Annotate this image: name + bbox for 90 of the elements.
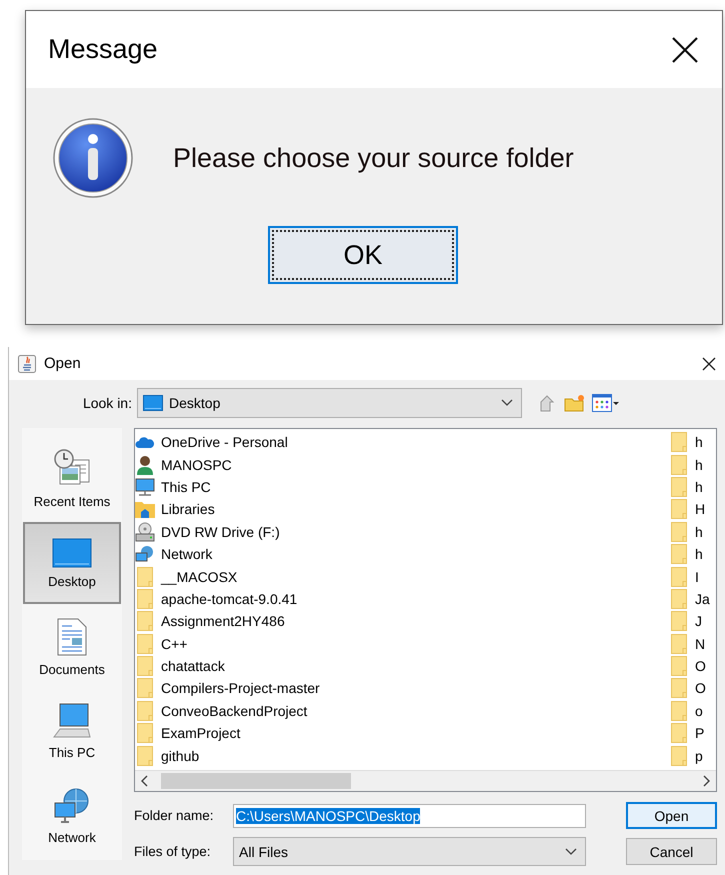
file-item[interactable]: o xyxy=(669,700,716,722)
chevron-left-icon[interactable] xyxy=(141,775,149,787)
file-item[interactable]: chatattack xyxy=(135,654,669,678)
file-item[interactable]: h xyxy=(669,476,716,498)
folder-icon xyxy=(135,566,155,587)
folder-icon xyxy=(135,656,155,676)
file-item[interactable]: Network xyxy=(135,542,669,566)
places-item[interactable]: Documents xyxy=(23,606,121,688)
file-item[interactable]: This PC xyxy=(135,476,669,498)
network-icon xyxy=(135,545,155,564)
file-item[interactable]: p xyxy=(669,744,716,767)
close-icon[interactable] xyxy=(701,356,717,372)
folder-icon xyxy=(135,700,155,721)
places-item[interactable]: Network xyxy=(23,776,121,857)
folder-icon xyxy=(135,678,155,698)
folder-icon xyxy=(669,746,689,766)
file-item[interactable]: H xyxy=(669,498,716,521)
file-item[interactable]: ConveoBackendProject xyxy=(135,700,669,722)
file-item[interactable]: I xyxy=(669,565,716,588)
file-item[interactable]: O xyxy=(669,654,716,678)
file-item[interactable]: __MACOSX xyxy=(135,565,669,588)
folder-icon xyxy=(669,588,689,609)
close-icon[interactable] xyxy=(670,34,700,64)
places-item[interactable]: Recent Items xyxy=(23,438,121,520)
folder-icon xyxy=(669,499,689,520)
chevron-down-icon xyxy=(565,848,577,856)
folder-icon xyxy=(669,634,689,654)
file-item[interactable]: O xyxy=(669,677,716,700)
file-item[interactable]: Libraries xyxy=(135,498,669,521)
document-icon xyxy=(57,618,87,656)
dialog-title: Message xyxy=(48,34,158,65)
look-in-label: Look in: xyxy=(82,395,132,411)
message-text: Please choose your source folder xyxy=(173,142,574,174)
folder-icon xyxy=(669,656,689,676)
folder-icon xyxy=(135,723,155,744)
folder-name-field[interactable]: C:\Users\MANOSPC\Desktop xyxy=(233,804,586,828)
monitor-icon xyxy=(135,478,155,496)
file-item[interactable]: h xyxy=(669,520,716,543)
folder-icon xyxy=(669,566,689,587)
places-item[interactable]: Desktop xyxy=(23,522,121,604)
file-item[interactable]: Ja xyxy=(669,588,716,610)
folder-icon xyxy=(669,544,689,564)
folder-icon xyxy=(135,746,155,766)
dialog-title: Open xyxy=(44,355,82,372)
file-item[interactable]: h xyxy=(669,453,716,476)
file-item[interactable]: h xyxy=(669,431,716,454)
cancel-button[interactable]: Cancel xyxy=(626,838,717,865)
file-item[interactable]: h xyxy=(669,542,716,566)
ok-button[interactable]: OK xyxy=(268,226,458,284)
folder-icon xyxy=(669,678,689,698)
file-item[interactable]: Compilers-Project-master xyxy=(135,677,669,700)
user-icon xyxy=(135,454,155,475)
desktop-icon xyxy=(143,395,163,411)
file-item[interactable]: Assignment2HY486 xyxy=(135,610,669,633)
places-item[interactable]: This PC xyxy=(23,691,121,773)
folder-icon xyxy=(135,611,155,632)
horizontal-scrollbar[interactable] xyxy=(135,770,716,791)
file-item[interactable]: J xyxy=(669,610,716,633)
files-of-type-dropdown[interactable]: All Files xyxy=(233,837,586,866)
folder-icon xyxy=(669,700,689,721)
file-item[interactable]: ExamProject xyxy=(135,722,669,744)
file-item[interactable]: C++ xyxy=(135,632,669,655)
cloud-icon xyxy=(135,435,155,450)
file-item[interactable]: apache-tomcat-9.0.41 xyxy=(135,588,669,610)
info-icon xyxy=(53,118,133,198)
folder-icon xyxy=(669,522,689,542)
folder-name-label: Folder name: xyxy=(134,808,215,823)
view-menu-icon[interactable] xyxy=(592,393,620,413)
file-item[interactable]: DVD RW Drive (F:) xyxy=(135,520,669,543)
file-item[interactable]: github xyxy=(135,744,669,767)
folder-icon xyxy=(669,432,689,452)
desktop-icon xyxy=(52,538,92,568)
files-of-type-label: Files of type: xyxy=(134,844,212,859)
file-item[interactable]: P xyxy=(669,722,716,744)
folder-icon xyxy=(669,611,689,632)
chevron-down-icon xyxy=(501,399,513,407)
computer-icon xyxy=(52,703,92,740)
folder-icon xyxy=(669,476,689,497)
file-item[interactable]: N xyxy=(669,632,716,655)
file-item[interactable]: OneDrive - Personal xyxy=(135,431,669,454)
folder-icon xyxy=(669,723,689,744)
file-item[interactable]: MANOSPC xyxy=(135,453,669,476)
app-icon xyxy=(18,354,36,372)
look-in-dropdown[interactable]: Desktop xyxy=(137,388,522,418)
folder-icon xyxy=(135,634,155,654)
folder-icon xyxy=(135,588,155,609)
folder-icon xyxy=(669,454,689,475)
open-button[interactable]: Open xyxy=(626,802,717,829)
chevron-right-icon[interactable] xyxy=(702,775,710,787)
library-folder-icon xyxy=(135,500,155,518)
